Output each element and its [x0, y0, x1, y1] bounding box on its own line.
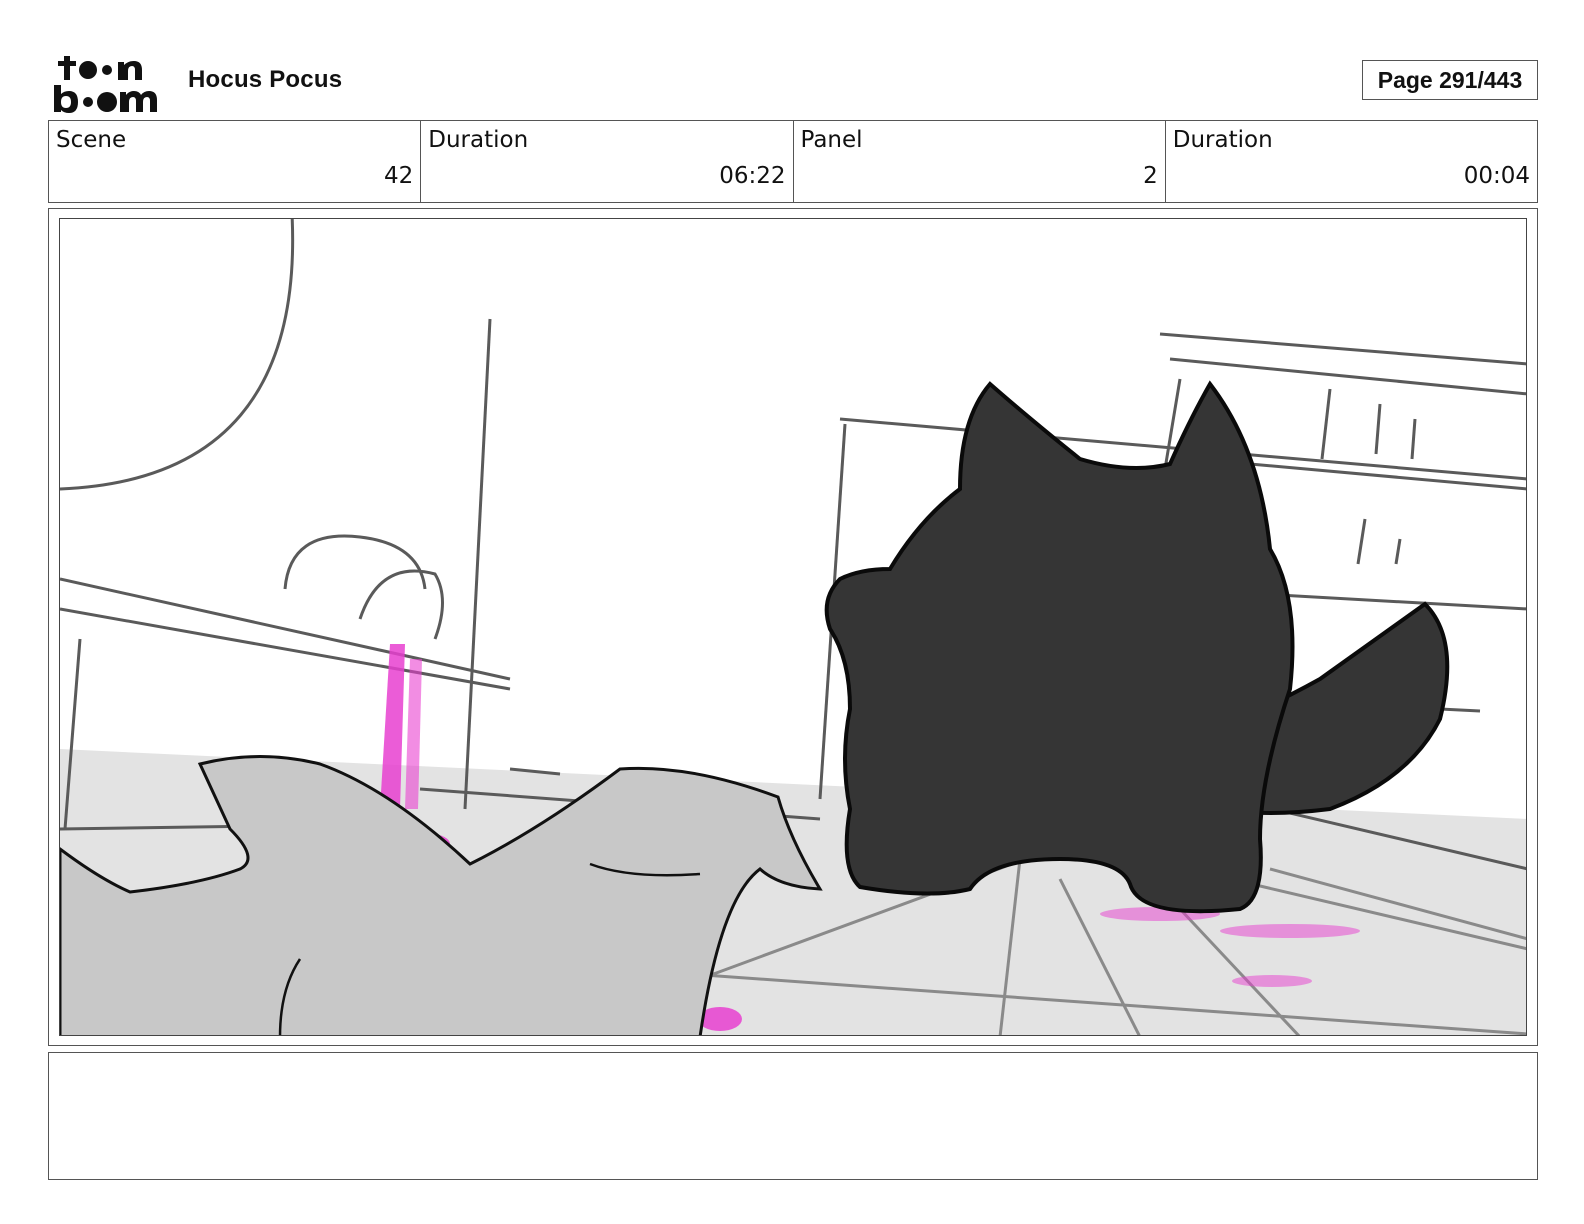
page-indicator: Page 291/443 — [1362, 60, 1538, 100]
storyboard-panel-frame — [48, 208, 1538, 1046]
scene-duration-value: 06:22 — [719, 163, 786, 189]
panel-duration-cell: Duration 00:04 — [1166, 121, 1537, 202]
toonboom-logo — [50, 52, 164, 114]
scene-value: 42 — [383, 163, 414, 189]
scene-info-row: Scene 42 Duration 06:22 Panel 2 Duration… — [48, 120, 1538, 203]
panel-label: Panel — [800, 127, 863, 153]
panel-duration-label: Duration — [1172, 127, 1273, 153]
panel-duration-value: 00:04 — [1463, 163, 1530, 189]
scene-duration-label: Duration — [428, 127, 529, 153]
storyboard-panel-image — [59, 218, 1527, 1036]
panel-notes — [48, 1052, 1538, 1180]
scene-duration-cell: Duration 06:22 — [421, 121, 794, 202]
project-title: Hocus Pocus — [188, 66, 343, 93]
scene-label: Scene — [56, 127, 127, 153]
panel-sketch — [60, 219, 1526, 1035]
scene-cell: Scene 42 — [49, 121, 422, 202]
panel-value: 2 — [1143, 163, 1158, 189]
panel-cell: Panel 2 — [794, 121, 1166, 202]
